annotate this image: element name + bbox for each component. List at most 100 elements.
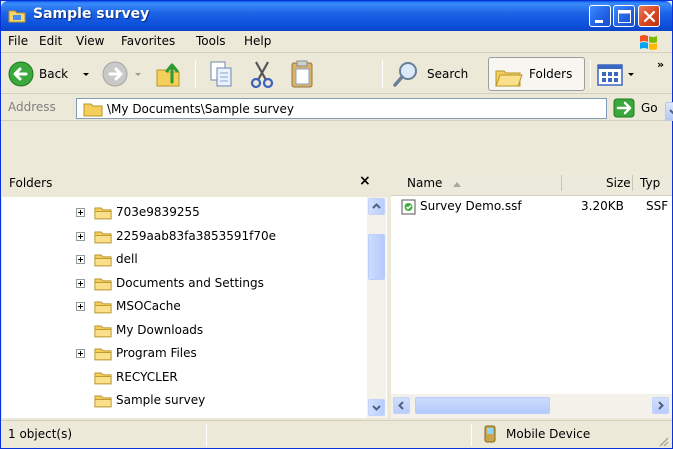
tree-item-label: RECYCLER xyxy=(116,369,178,384)
scroll-up-button[interactable] xyxy=(368,198,385,215)
search-icon xyxy=(393,62,417,87)
search-label: Search xyxy=(427,67,469,81)
scroll-right-button[interactable] xyxy=(652,397,669,414)
folders-icon xyxy=(495,70,523,87)
toolbar-overflow-icon[interactable]: » xyxy=(657,58,664,71)
tree-vertical-scrollbar[interactable] xyxy=(367,197,386,418)
tree-item[interactable]: My Downloads xyxy=(76,321,356,343)
folders-pane-header: Folders × xyxy=(2,171,387,197)
clipboard-icon xyxy=(291,60,313,88)
tree-item[interactable]: 2259aab83fa3853591f70e xyxy=(76,227,356,249)
address-dropdown-button[interactable] xyxy=(665,102,673,121)
toolbar-separator xyxy=(382,60,383,88)
folder-icon xyxy=(94,231,112,243)
folders-pane-title: Folders xyxy=(9,176,53,190)
title-bar[interactable]: Sample survey xyxy=(1,1,672,31)
go-button[interactable] xyxy=(613,98,635,118)
menu-file[interactable]: File xyxy=(8,34,28,48)
address-bar: Address \My Documents\Sample survey Go xyxy=(1,95,673,121)
expand-icon[interactable] xyxy=(76,302,85,311)
column-divider[interactable] xyxy=(561,175,562,191)
expand-icon[interactable] xyxy=(76,231,85,241)
views-button[interactable] xyxy=(595,57,641,91)
back-arrow-icon xyxy=(8,61,34,87)
close-icon xyxy=(643,10,656,23)
tree-item[interactable]: 703e9839255 xyxy=(76,203,356,225)
tree-item-label: Documents and Settings xyxy=(116,275,264,290)
scroll-thumb[interactable] xyxy=(415,397,550,414)
tree-item-label: MSOCache xyxy=(116,299,181,313)
tree-item[interactable]: Program Files xyxy=(76,344,356,366)
address-label: Address xyxy=(8,100,56,114)
go-arrow-icon xyxy=(613,98,635,118)
close-button[interactable] xyxy=(638,5,660,27)
cut-button[interactable] xyxy=(245,57,279,91)
expand-icon[interactable] xyxy=(76,278,85,288)
chevron-left-icon xyxy=(398,401,404,410)
copy-icon xyxy=(210,61,232,87)
menu-tools[interactable]: Tools xyxy=(196,34,226,48)
scroll-thumb[interactable] xyxy=(368,234,385,280)
file-list: Survey Demo.ssf 3.20KB SSF xyxy=(391,196,672,394)
expand-icon[interactable] xyxy=(76,255,85,264)
up-folder-button[interactable] xyxy=(151,57,187,91)
status-bar: 1 object(s) Mobile Device xyxy=(1,420,672,448)
file-type: SSF xyxy=(646,199,669,213)
menu-help[interactable]: Help xyxy=(244,34,271,48)
column-name[interactable]: Name xyxy=(407,176,442,190)
address-field[interactable]: \My Documents\Sample survey xyxy=(76,98,673,121)
minimize-icon xyxy=(595,20,603,23)
folders-label: Folders xyxy=(529,67,573,81)
standard-toolbar: Back Search Folders » xyxy=(1,54,672,94)
folder-icon xyxy=(94,301,112,314)
folder-icon xyxy=(83,103,103,117)
column-size[interactable]: Size xyxy=(606,176,631,190)
sort-ascending-icon xyxy=(453,182,461,187)
menu-favorites[interactable]: Favorites xyxy=(121,34,175,48)
status-zone: Mobile Device xyxy=(506,427,591,441)
column-type[interactable]: Typ xyxy=(640,176,660,190)
forward-dropdown-icon[interactable] xyxy=(135,73,141,76)
mobile-device-icon xyxy=(484,425,496,443)
tree-item[interactable]: MSOCache xyxy=(76,297,356,319)
tree-item[interactable]: Sample survey xyxy=(76,391,356,413)
views-dropdown-icon[interactable] xyxy=(628,73,634,76)
tree-item[interactable]: RECYCLER xyxy=(76,368,356,390)
menu-view[interactable]: View xyxy=(76,34,104,48)
folder-icon xyxy=(94,325,112,337)
copy-to-button[interactable] xyxy=(205,57,239,91)
paste-button[interactable] xyxy=(285,57,319,91)
back-dropdown-icon[interactable] xyxy=(83,73,89,76)
forward-button[interactable] xyxy=(101,57,147,91)
column-divider[interactable] xyxy=(632,175,633,191)
chevron-down-icon xyxy=(669,109,673,115)
list-horizontal-scrollbar[interactable] xyxy=(391,394,672,418)
expand-icon[interactable] xyxy=(76,349,85,358)
maximize-button[interactable] xyxy=(613,5,635,27)
window-title: Sample survey xyxy=(33,6,150,22)
back-button[interactable]: Back xyxy=(7,57,97,91)
go-label[interactable]: Go xyxy=(641,101,658,115)
scissors-icon xyxy=(250,61,274,89)
tree-item-label: 2259aab83fa3853591f70e xyxy=(116,228,277,243)
expand-icon[interactable] xyxy=(76,208,85,217)
folders-button[interactable]: Folders xyxy=(488,57,585,91)
tree-item-label: Sample survey xyxy=(116,393,206,407)
chevron-down-icon xyxy=(372,405,381,411)
scroll-down-button[interactable] xyxy=(368,399,385,416)
status-separator xyxy=(471,424,472,446)
scroll-left-button[interactable] xyxy=(393,397,410,414)
tree-item-label: dell xyxy=(116,252,138,266)
minimize-button[interactable] xyxy=(589,5,611,27)
close-pane-icon[interactable]: × xyxy=(359,173,371,189)
search-button[interactable]: Search xyxy=(389,57,481,91)
folder-icon xyxy=(94,395,112,408)
toolbar-separator xyxy=(590,60,591,88)
file-row[interactable]: Survey Demo.ssf 3.20KB SSF xyxy=(391,198,672,216)
chevron-right-icon xyxy=(658,401,664,410)
menu-edit[interactable]: Edit xyxy=(39,34,62,48)
tree-item[interactable]: Documents and Settings xyxy=(76,274,356,296)
resize-grip-icon[interactable] xyxy=(657,435,669,447)
up-folder-icon xyxy=(156,63,180,87)
tree-item[interactable]: dell xyxy=(76,250,356,272)
